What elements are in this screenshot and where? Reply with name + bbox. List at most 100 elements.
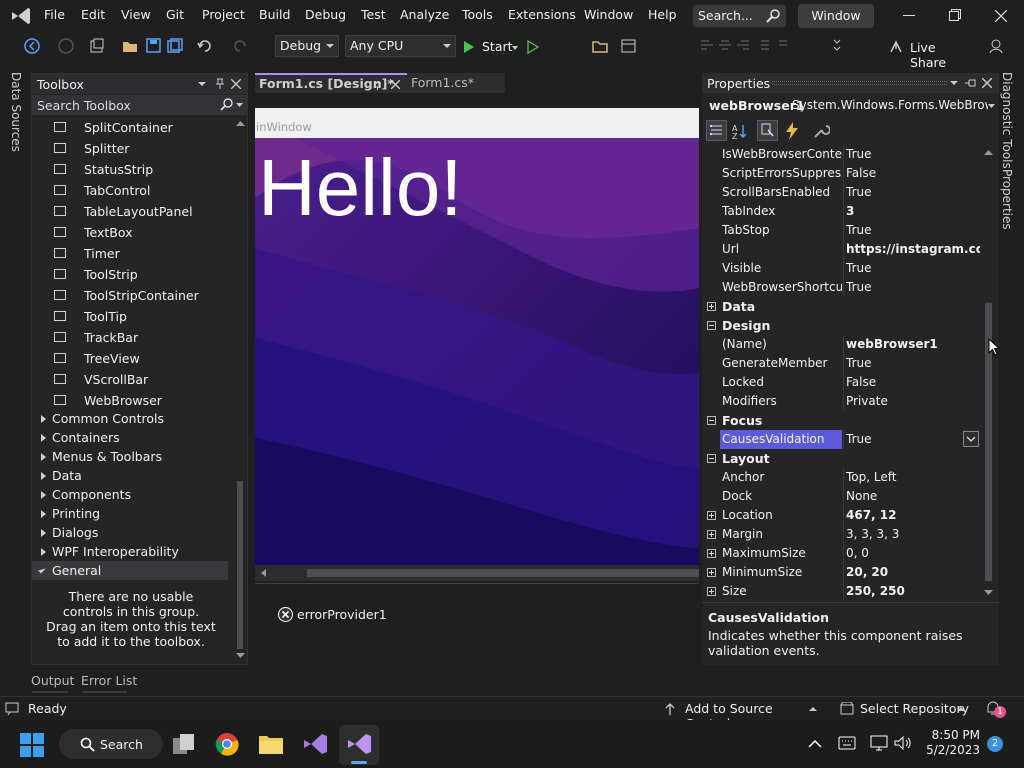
- layout-icon[interactable]: [621, 38, 637, 54]
- alphabetical-icon[interactable]: AZ: [731, 122, 749, 140]
- toolbox-empty-message[interactable]: There are no usable controls in this gro…: [46, 589, 216, 649]
- toolbox-group[interactable]: Containers: [32, 428, 228, 447]
- save-all-icon[interactable]: [167, 38, 183, 54]
- property-value[interactable]: True: [846, 145, 980, 164]
- diagnostic-tools-tab[interactable]: Diagnostic Tools: [1000, 72, 1014, 169]
- toolbox-group[interactable]: Printing: [32, 504, 228, 523]
- expand-icon[interactable]: [707, 549, 716, 558]
- volume-icon[interactable]: [894, 735, 912, 751]
- toolbox-scrollbar[interactable]: [234, 116, 246, 664]
- properties-view-icon[interactable]: [757, 120, 778, 141]
- add-to-source-control[interactable]: Add to Source Control: [661, 699, 821, 731]
- property-row[interactable]: CausesValidation True: [702, 430, 980, 449]
- collapse-icon[interactable]: [707, 454, 716, 463]
- task-view-icon[interactable]: [172, 733, 196, 755]
- property-category[interactable]: Layout: [702, 449, 980, 468]
- toolbox-item[interactable]: TreeView: [32, 348, 228, 369]
- browse-folder-icon[interactable]: [592, 38, 608, 54]
- chrome-icon[interactable]: [215, 732, 239, 756]
- property-row[interactable]: (Name) webBrowser1: [702, 335, 980, 354]
- expand-icon[interactable]: [707, 530, 716, 539]
- taskbar-search[interactable]: Search: [59, 729, 163, 759]
- tab-pin-icon[interactable]: [373, 80, 382, 90]
- start-button[interactable]: Start: [463, 38, 521, 56]
- props-scroll-down-icon[interactable]: [984, 590, 993, 596]
- property-row[interactable]: Visible True: [702, 259, 980, 278]
- properties-options-icon[interactable]: [950, 81, 958, 86]
- property-row[interactable]: TabStop True: [702, 221, 980, 240]
- property-row[interactable]: ScriptErrorsSuppressed False: [702, 164, 980, 183]
- designer-hscrollbar[interactable]: [255, 565, 699, 581]
- search-box[interactable]: Search...: [693, 5, 786, 27]
- property-row[interactable]: TabIndex 3: [702, 202, 980, 221]
- menu-file[interactable]: File: [44, 7, 65, 22]
- menu-debug[interactable]: Debug: [305, 7, 346, 22]
- property-row[interactable]: Size 250, 250: [702, 582, 980, 601]
- property-category[interactable]: Data: [702, 297, 980, 316]
- events-icon[interactable]: [784, 122, 800, 140]
- toolbox-group[interactable]: Data: [32, 466, 228, 485]
- error-list-tab[interactable]: Error List: [81, 673, 137, 688]
- visual-studio-active-taskbar-button[interactable]: [339, 725, 379, 765]
- properties-close-icon[interactable]: [982, 78, 992, 88]
- solution-name-badge[interactable]: Window: [798, 4, 874, 28]
- configuration-select[interactable]: Debug: [275, 35, 339, 57]
- menu-help[interactable]: Help: [648, 7, 677, 22]
- property-value[interactable]: 250, 250: [846, 582, 980, 601]
- value-dropdown-button[interactable]: [963, 431, 979, 447]
- properties-tab[interactable]: Properties: [1000, 169, 1014, 230]
- scroll-up-icon[interactable]: [236, 121, 245, 127]
- toolbox-item[interactable]: ToolTip: [32, 306, 228, 327]
- redo-icon[interactable]: [232, 38, 248, 54]
- property-value[interactable]: True: [846, 221, 980, 240]
- menu-tools[interactable]: Tools: [462, 7, 493, 22]
- toolbox-item[interactable]: StatusStrip: [32, 159, 228, 180]
- property-row[interactable]: IsWebBrowserContextMenuEnabled True: [702, 145, 980, 164]
- toolbox-options-icon[interactable]: [198, 82, 206, 87]
- property-category[interactable]: Design: [702, 316, 980, 335]
- property-value[interactable]: True: [846, 183, 980, 202]
- show-hidden-icons-icon[interactable]: [808, 739, 822, 749]
- property-value[interactable]: Private: [846, 392, 980, 411]
- tab-form1-code[interactable]: Form1.cs*: [407, 73, 505, 93]
- toolbox-item[interactable]: TabControl: [32, 180, 228, 201]
- property-pages-icon[interactable]: [812, 122, 830, 140]
- menu-git[interactable]: Git: [166, 7, 184, 22]
- data-sources-tab[interactable]: Data Sources: [9, 72, 23, 152]
- properties-dock-icon[interactable]: [965, 78, 976, 88]
- restore-icon[interactable]: [949, 9, 961, 21]
- object-dropdown-icon[interactable]: [988, 104, 995, 109]
- save-icon[interactable]: [146, 38, 162, 54]
- expand-icon[interactable]: [707, 511, 716, 520]
- feedback-icon[interactable]: [988, 38, 1004, 54]
- open-folder-icon[interactable]: [122, 38, 138, 54]
- toolbox-group[interactable]: Menus & Toolbars: [32, 447, 228, 466]
- property-value[interactable]: https://instagram.com/t: [846, 240, 980, 259]
- toolbox-scroll-thumb[interactable]: [237, 481, 243, 649]
- toolbox-item[interactable]: SplitContainer: [32, 117, 228, 138]
- property-row[interactable]: GenerateMember True: [702, 354, 980, 373]
- toolbox-item[interactable]: TextBox: [32, 222, 228, 243]
- property-value[interactable]: webBrowser1: [846, 335, 980, 354]
- scroll-down-icon[interactable]: [236, 653, 245, 659]
- property-value[interactable]: True: [846, 354, 980, 373]
- toolbox-group[interactable]: Components: [32, 485, 228, 504]
- menu-edit[interactable]: Edit: [81, 7, 105, 22]
- visual-studio-taskbar-icon[interactable]: [302, 732, 328, 756]
- menu-view[interactable]: View: [121, 7, 151, 22]
- toolbox-group[interactable]: WPF Interoperability: [32, 542, 228, 561]
- toolbox-group[interactable]: Dialogs: [32, 523, 228, 542]
- alignment-tools-icon[interactable]: [699, 38, 787, 54]
- toolbox-item[interactable]: VScrollBar: [32, 369, 228, 390]
- property-row[interactable]: WebBrowserShortcutsEnabled True: [702, 278, 980, 297]
- property-row[interactable]: ScrollBarsEnabled True: [702, 183, 980, 202]
- start-without-debugging-icon[interactable]: [527, 40, 539, 54]
- live-share-button[interactable]: Live Share: [889, 39, 969, 70]
- notifications-button[interactable]: 1: [985, 700, 1007, 718]
- property-row[interactable]: Url https://instagram.com/t: [702, 240, 980, 259]
- property-value[interactable]: 3: [846, 202, 980, 221]
- back-icon[interactable]: [24, 38, 40, 54]
- expand-icon[interactable]: [707, 587, 716, 596]
- property-row[interactable]: MinimumSize 20, 20: [702, 563, 980, 582]
- network-icon[interactable]: [870, 735, 888, 751]
